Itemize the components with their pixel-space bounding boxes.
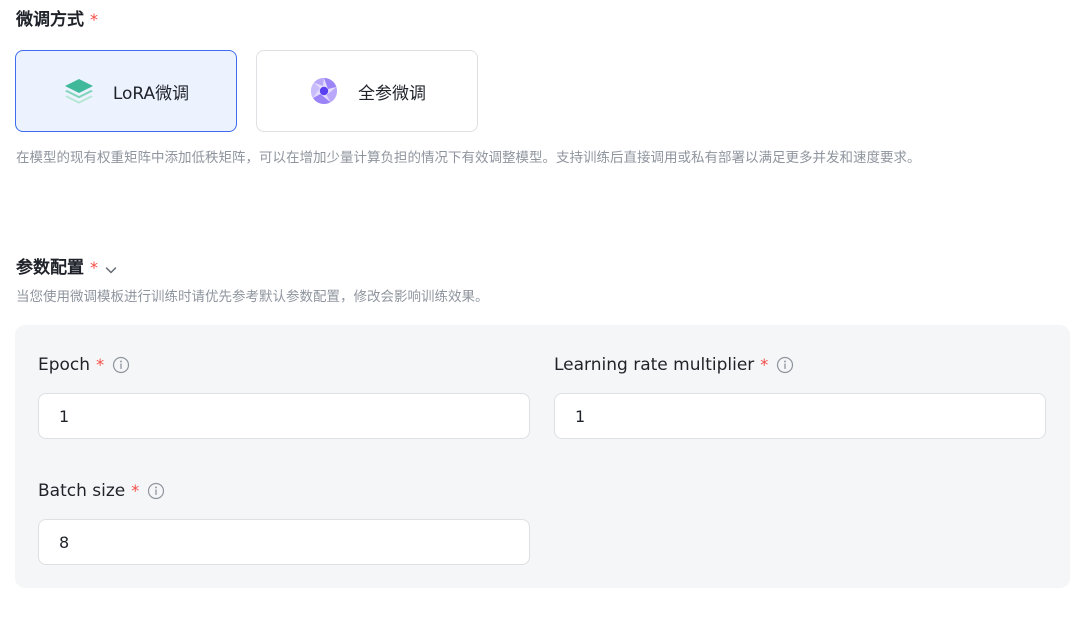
- full-param-finetune-option[interactable]: 全参微调: [256, 50, 478, 132]
- lora-finetune-label: LoRA微调: [112, 83, 190, 104]
- params-title-text: 参数配置: [16, 258, 84, 278]
- aperture-icon: [308, 75, 340, 107]
- learning-rate-input[interactable]: [554, 393, 1046, 439]
- finetune-method-title: 微调方式 *: [16, 9, 98, 31]
- finetune-method-title-text: 微调方式: [16, 10, 84, 30]
- batch-size-input[interactable]: [38, 519, 530, 565]
- required-mark: *: [90, 10, 98, 29]
- finetune-method-description: 在模型的现有权重矩阵中添加低秩矩阵，可以在增加少量计算负担的情况下有效调整模型。…: [16, 150, 921, 166]
- learning-rate-label: Learning rate multiplier *: [554, 354, 794, 376]
- required-mark: *: [90, 258, 98, 277]
- info-icon[interactable]: [776, 356, 794, 374]
- lora-finetune-option[interactable]: LoRA微调: [15, 50, 237, 132]
- batch-size-label-text: Batch size: [38, 481, 126, 501]
- layers-icon: [63, 75, 95, 107]
- params-title[interactable]: 参数配置 *: [16, 257, 118, 279]
- batch-size-label: Batch size *: [38, 480, 165, 502]
- epoch-label: Epoch *: [38, 354, 130, 376]
- full-param-finetune-label: 全参微调: [358, 83, 426, 104]
- epoch-input[interactable]: [38, 393, 530, 439]
- info-icon[interactable]: [112, 356, 130, 374]
- required-mark: *: [760, 355, 769, 374]
- required-mark: *: [96, 355, 105, 374]
- info-icon[interactable]: [147, 482, 165, 500]
- params-hint: 当您使用微调模板进行训练时请优先参考默认参数配置，修改会影响训练效果。: [16, 289, 489, 305]
- chevron-down-icon[interactable]: [104, 261, 118, 275]
- epoch-label-text: Epoch: [38, 355, 91, 375]
- learning-rate-label-text: Learning rate multiplier: [554, 355, 755, 375]
- required-mark: *: [131, 481, 140, 500]
